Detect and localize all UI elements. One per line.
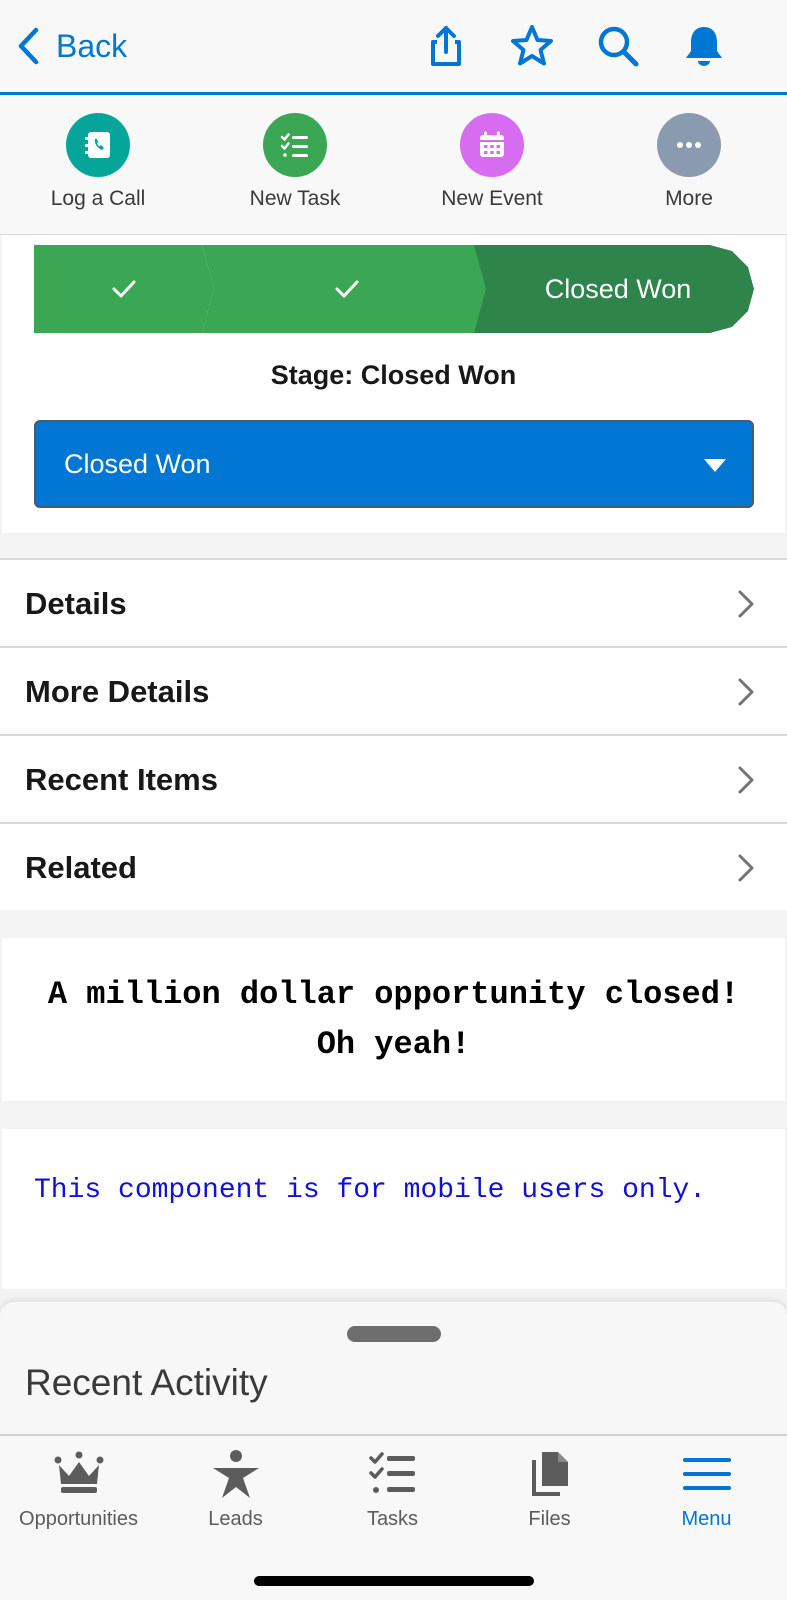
sheet-drag-handle[interactable] bbox=[347, 1326, 441, 1342]
stage-select[interactable]: Closed Won bbox=[34, 420, 754, 508]
bottom-tab-bar: Opportunities Leads Tasks Files Menu bbox=[0, 1434, 787, 1600]
chevron-left-icon bbox=[18, 27, 39, 65]
check-icon bbox=[112, 280, 136, 298]
recent-activity-sheet: Recent Activity bbox=[0, 1302, 787, 1434]
person-star-icon bbox=[212, 1450, 259, 1498]
home-indicator bbox=[254, 1576, 534, 1586]
check-icon bbox=[335, 280, 359, 298]
share-icon bbox=[431, 26, 461, 66]
sales-path: Closed Won bbox=[34, 245, 754, 333]
section-label: More Details bbox=[25, 674, 210, 709]
chevron-right-icon bbox=[738, 854, 754, 882]
crown-icon bbox=[54, 1451, 103, 1493]
tab-label: Files bbox=[528, 1508, 571, 1530]
tab-label: Menu bbox=[681, 1508, 732, 1530]
stage-select-value: Closed Won bbox=[64, 448, 211, 479]
tab-files[interactable]: Files bbox=[471, 1448, 628, 1531]
more-circle bbox=[657, 113, 721, 177]
chevron-right-icon bbox=[738, 766, 754, 794]
new-task-action[interactable]: New Task bbox=[215, 113, 375, 211]
sheet-title: Recent Activity bbox=[25, 1362, 268, 1403]
ellipsis-icon bbox=[677, 142, 701, 148]
section-related[interactable]: Related bbox=[0, 824, 787, 912]
new-task-circle bbox=[263, 113, 327, 177]
section-recent-items[interactable]: Recent Items bbox=[0, 736, 787, 824]
star-icon bbox=[511, 25, 553, 66]
more-actions[interactable]: More bbox=[609, 113, 769, 211]
files-icon bbox=[531, 1452, 568, 1496]
caret-down-icon bbox=[704, 459, 726, 472]
action-label: New Event bbox=[441, 187, 543, 210]
share-button[interactable] bbox=[422, 22, 470, 70]
path-step-1[interactable] bbox=[34, 245, 214, 333]
action-label: More bbox=[665, 187, 713, 210]
celebration-card: A million dollar opportunity closed! Oh … bbox=[2, 938, 785, 1101]
stage-label: Stage: Closed Won bbox=[270, 360, 517, 390]
tab-opportunities[interactable]: Opportunities bbox=[0, 1448, 157, 1531]
celebration-text: A million dollar opportunity closed! Oh … bbox=[47, 976, 740, 1063]
search-icon bbox=[598, 26, 639, 67]
log-call-circle bbox=[66, 113, 130, 177]
action-bar: Log a Call New Task New Event More bbox=[0, 95, 787, 235]
tab-label: Opportunities bbox=[19, 1508, 138, 1530]
section-label: Related bbox=[25, 850, 137, 885]
tab-tasks[interactable]: Tasks bbox=[314, 1448, 471, 1531]
path-step-current[interactable]: Closed Won bbox=[474, 245, 754, 333]
call-log-icon bbox=[85, 132, 110, 158]
chevron-right-icon bbox=[738, 678, 754, 706]
favorite-button[interactable] bbox=[508, 22, 556, 70]
new-event-circle bbox=[460, 113, 524, 177]
mobile-note-text: This component is for mobile users only. bbox=[34, 1175, 707, 1206]
back-button[interactable]: Back bbox=[16, 24, 127, 68]
hamburger-icon bbox=[682, 1458, 731, 1490]
back-label: Back bbox=[56, 27, 128, 64]
bell-icon bbox=[686, 27, 722, 66]
tab-menu[interactable]: Menu bbox=[628, 1448, 785, 1531]
tab-label: Leads bbox=[208, 1508, 263, 1530]
action-label: Log a Call bbox=[50, 187, 146, 210]
log-a-call-action[interactable]: Log a Call bbox=[18, 113, 178, 211]
path-step-2[interactable] bbox=[202, 245, 492, 333]
path-card: Closed Won Stage: Closed Won Closed Won bbox=[2, 235, 785, 533]
new-event-action[interactable]: New Event bbox=[412, 113, 572, 211]
top-navigation-bar: Back bbox=[0, 0, 787, 95]
mobile-note-card: This component is for mobile users only. bbox=[2, 1129, 785, 1289]
section-more-details[interactable]: More Details bbox=[0, 648, 787, 736]
chevron-right-icon bbox=[738, 590, 754, 618]
task-list-icon bbox=[280, 133, 308, 157]
calendar-icon bbox=[480, 131, 504, 157]
path-step-label: Closed Won bbox=[544, 273, 692, 304]
section-label: Recent Items bbox=[25, 762, 218, 797]
section-details[interactable]: Details bbox=[0, 560, 787, 648]
notifications-button[interactable] bbox=[680, 22, 728, 70]
task-list-icon bbox=[368, 1452, 415, 1493]
section-label: Details bbox=[25, 586, 127, 621]
tab-label: Tasks bbox=[366, 1508, 419, 1530]
search-button[interactable] bbox=[594, 22, 642, 70]
action-label: New Task bbox=[249, 187, 341, 210]
section-list: Details More Details Recent Items Relate… bbox=[0, 558, 787, 910]
tab-leads[interactable]: Leads bbox=[157, 1448, 314, 1531]
